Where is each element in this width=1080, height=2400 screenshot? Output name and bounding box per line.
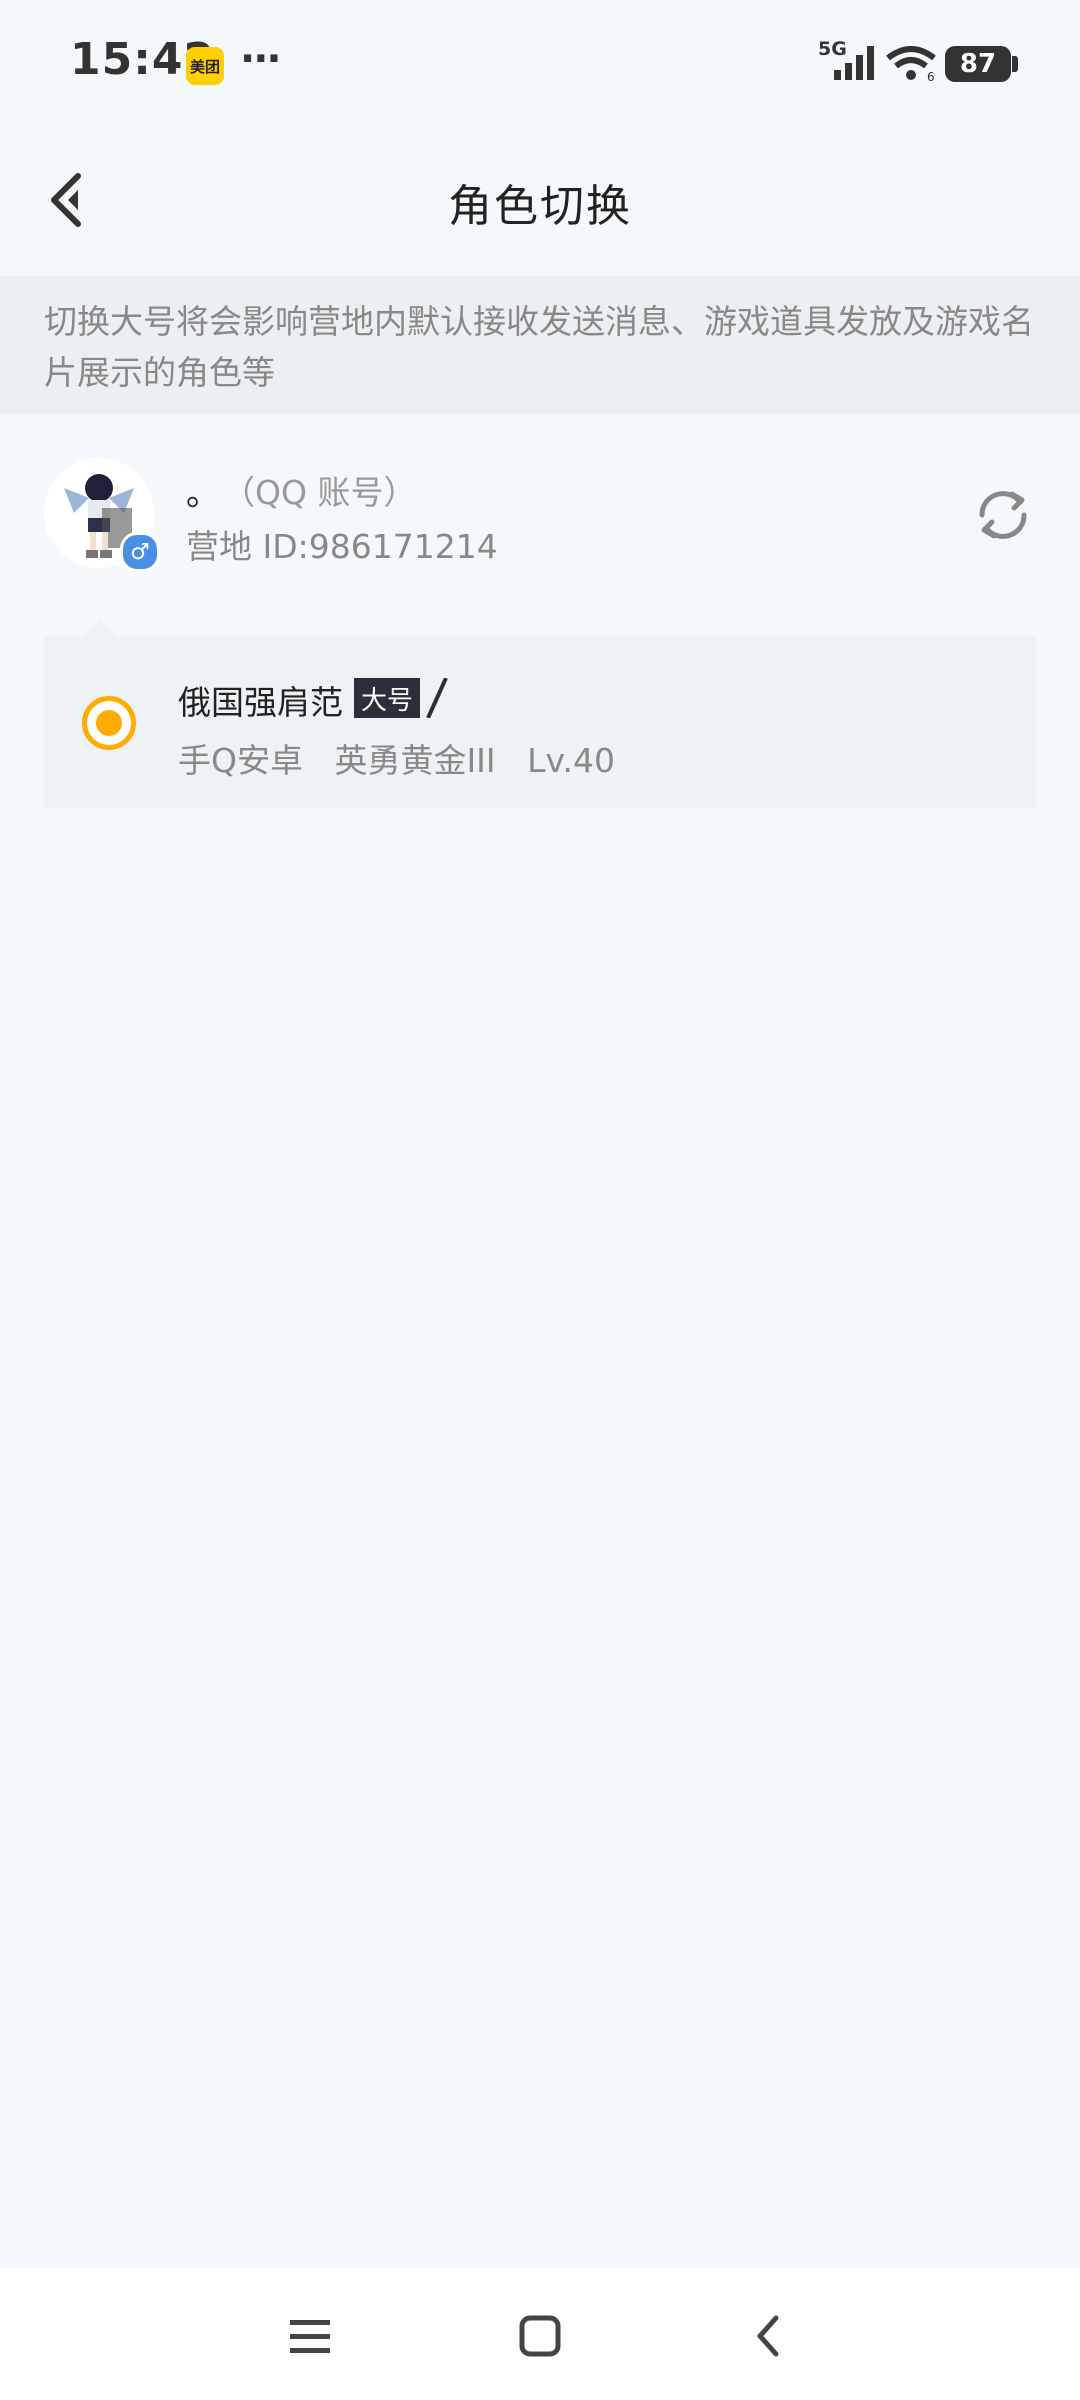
role-name: 俄国强肩范 [178, 683, 343, 722]
role-radio-selected[interactable] [82, 696, 136, 750]
menu-icon[interactable] [280, 2306, 340, 2366]
svg-text:6: 6 [927, 70, 935, 82]
system-nav-bar [0, 2268, 1080, 2400]
wifi-icon: 6 [886, 46, 936, 82]
role-card[interactable]: 俄国强肩范 大号 手Q安卓 英勇黄金III Lv.40 [44, 620, 1036, 808]
camp-id: 营地 ID:986171214 [186, 527, 498, 566]
battery-indicator: 87 [945, 46, 1011, 82]
account-type: （QQ 账号） [222, 473, 417, 512]
notice-text: 切换大号将会影响营地内默认接收发送消息、游戏道具发放及游戏名片展示的角色等 [44, 302, 1034, 392]
tag-slash-decoration [426, 678, 448, 718]
account-row: ♂ 。 （QQ 账号） 营地 ID:986171214 [0, 440, 1080, 580]
male-gender-icon: ♂ [120, 532, 160, 572]
meituan-app-icon: 美团 [186, 47, 224, 85]
back-icon[interactable] [740, 2306, 800, 2366]
main-tag-label: 大号 [360, 685, 413, 716]
radio-dot [96, 710, 122, 736]
page-header: 角色切换 [0, 130, 1080, 275]
home-icon[interactable] [510, 2306, 570, 2366]
card-pointer [84, 620, 116, 636]
signal-icon [834, 46, 874, 80]
switch-account-icon[interactable] [972, 484, 1034, 546]
page-title: 角色切换 [448, 181, 632, 232]
role-meta: 手Q安卓 英勇黄金III Lv.40 [178, 741, 615, 780]
account-nickname: 。 [186, 474, 220, 514]
battery-tip [1012, 56, 1018, 72]
more-notifications-icon: ··· [240, 36, 282, 82]
status-bar: 15:42 美团 ··· 5G 6 87 [0, 0, 1080, 130]
notice-banner: 切换大号将会影响营地内默认接收发送消息、游戏道具发放及游戏名片展示的角色等 [0, 276, 1080, 414]
